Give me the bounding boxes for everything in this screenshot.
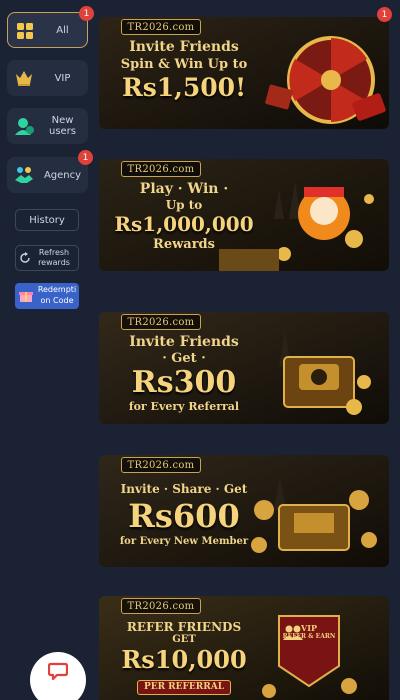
banner-line: Invite Friends — [129, 39, 239, 55]
banner-text: Play · Win · Up to Rs1,000,000 Rewards — [109, 181, 259, 253]
vip-crown-icon — [13, 67, 35, 89]
banner-line: · Get · — [162, 351, 206, 366]
sidebar-item-new-users[interactable]: New users — [7, 108, 88, 144]
gift-icon — [18, 288, 34, 308]
chat-bubble-icon — [47, 662, 69, 684]
history-button[interactable]: History — [15, 209, 79, 231]
banner-amount: Rs1,500! — [121, 73, 247, 102]
banner-amount: Rs10,000 — [121, 645, 247, 674]
sidebar-item-label: VIP — [54, 72, 71, 84]
banner-line: Invite Friends — [129, 334, 239, 350]
chat-support-button[interactable] — [30, 652, 86, 700]
banner-text: Invite Friends Spin & Win Up to Rs1,500! — [109, 39, 259, 103]
grid-icon — [14, 20, 36, 42]
refresh-rewards-label: Refresh rewards — [38, 248, 70, 267]
new-user-icon — [13, 115, 35, 137]
banner-line: Up to — [165, 198, 203, 212]
sidebar: All 1 VIP New users Agency 1 History Ref… — [0, 0, 96, 700]
banner-text: Invite Friends · Get · Rs300 for Every R… — [109, 334, 259, 414]
refresh-rewards-button[interactable]: Refresh rewards — [15, 245, 79, 271]
refresh-icon — [19, 252, 31, 267]
brand-logo: TR2026.com — [121, 314, 201, 330]
banner-line: Play · Win · — [139, 181, 229, 197]
vip-shield-text: VIP REFER & EARN — [282, 624, 336, 640]
banner-line: PER REFERRAL — [136, 680, 232, 695]
notification-badge: 1 — [377, 7, 392, 22]
brand-logo: TR2026.com — [121, 598, 201, 614]
banner-line: for Every New Member — [119, 536, 249, 547]
banner-amount: Rs1,000,000 — [114, 212, 254, 236]
agency-handshake-icon — [13, 164, 35, 186]
banner-line: Spin & Win Up to — [120, 57, 248, 72]
brand-logo: TR2026.com — [121, 161, 201, 177]
notification-badge: 1 — [78, 150, 93, 165]
sidebar-item-agency[interactable]: Agency 1 — [7, 150, 93, 193]
sidebar-item-label: New users — [48, 115, 77, 137]
redemption-code-button[interactable]: Redempti on Code — [15, 283, 79, 309]
sidebar-item-label: All — [56, 24, 69, 36]
sidebar-item-vip[interactable]: VIP — [7, 60, 88, 96]
banner-refer-10000[interactable]: VIP REFER & EARN TR2026.com REFER FRIEND… — [99, 596, 389, 700]
brand-logo: TR2026.com — [121, 19, 201, 35]
banner-line: for Every Referral — [128, 400, 240, 413]
banner-line: Rewards — [153, 237, 215, 252]
banner-line: Invite · Share · Get — [120, 482, 248, 496]
banner-refer-300[interactable]: TR2026.com Invite Friends · Get · Rs300 … — [99, 312, 389, 424]
banner-text: Invite · Share · Get Rs600 for Every New… — [109, 481, 259, 548]
banner-spin-win[interactable]: TR2026.com Invite Friends Spin & Win Up … — [99, 17, 389, 129]
sidebar-item-all[interactable]: All 1 — [7, 6, 94, 48]
banner-play-win[interactable]: TR2026.com Play · Win · Up to Rs1,000,00… — [99, 159, 389, 271]
notification-badge: 1 — [79, 6, 94, 21]
banner-share-600[interactable]: TR2026.com Invite · Share · Get Rs600 fo… — [99, 455, 389, 567]
redemption-code-label: Redempti on Code — [37, 285, 77, 305]
banner-amount: Rs600 — [128, 497, 240, 535]
banner-line: REFER FRIENDS — [126, 620, 242, 634]
banner-amount: Rs300 — [131, 365, 237, 400]
banner-text: REFER FRIENDS GET Rs10,000 PER REFERRAL — [109, 620, 259, 695]
brand-logo: TR2026.com — [121, 457, 201, 473]
